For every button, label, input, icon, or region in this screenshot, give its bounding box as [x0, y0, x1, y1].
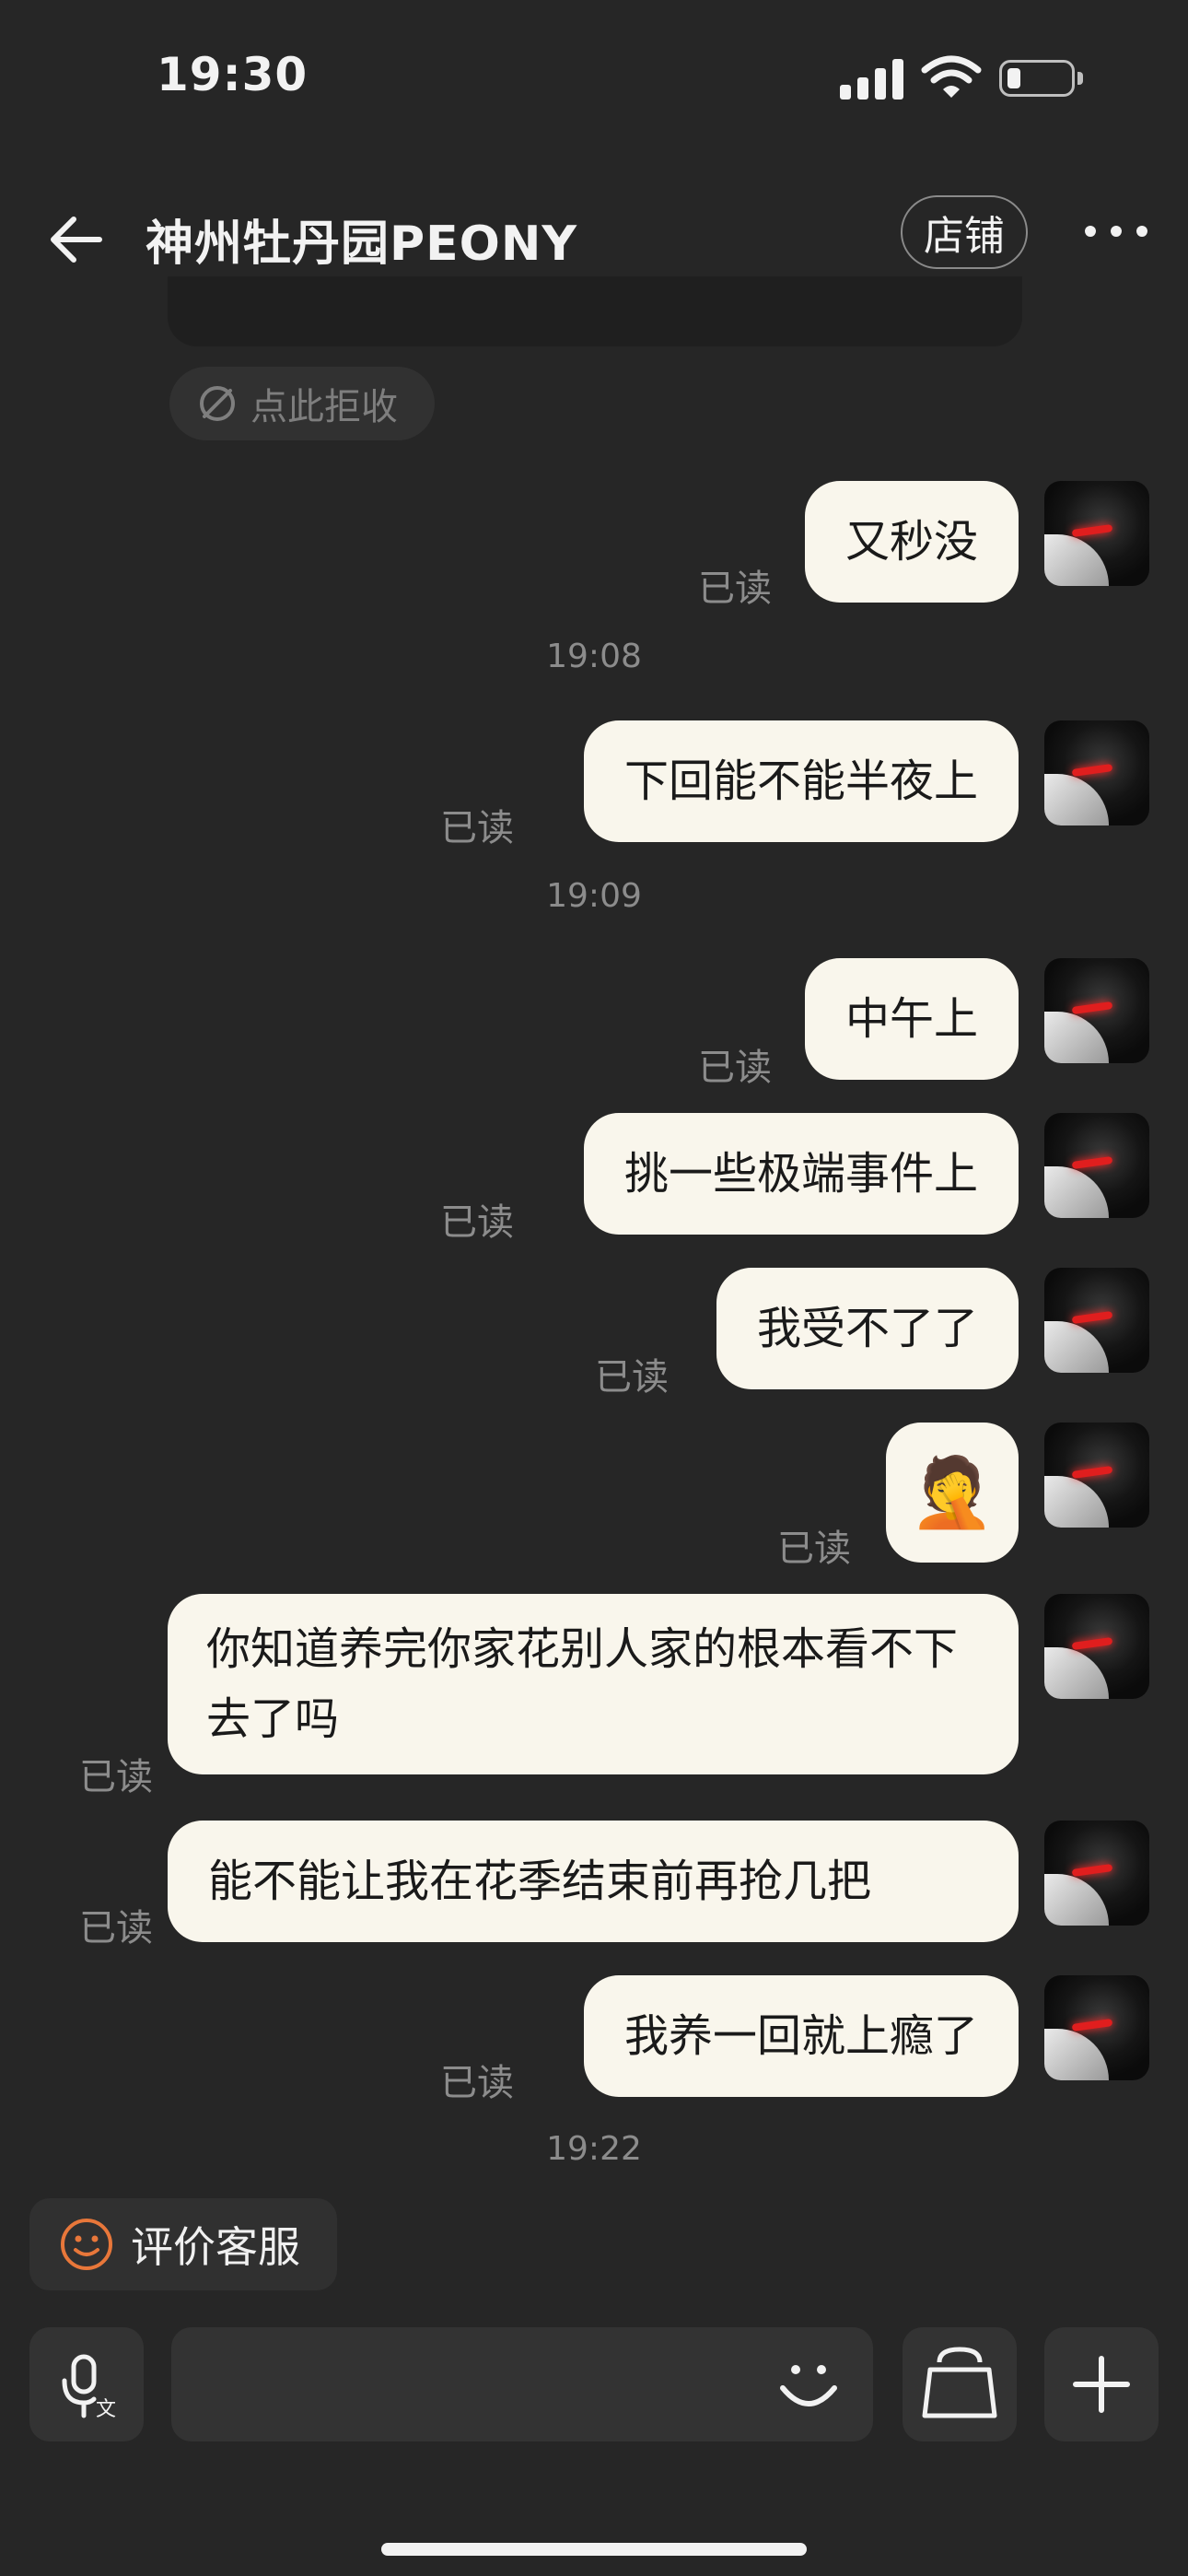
shop-button[interactable]	[903, 2327, 1017, 2441]
more-dots-icon[interactable]	[1085, 217, 1147, 245]
read-status: 已读	[698, 1047, 772, 1089]
plus-icon	[1073, 2356, 1130, 2413]
message-bubble[interactable]: 你知道养完你家花别人家的根本看不下去了吗	[168, 1594, 1019, 1774]
message-bubble[interactable]: 能不能让我在花季结束前再抢几把	[168, 1821, 1019, 1942]
svg-text:文: 文	[96, 2398, 116, 2421]
message-bubble[interactable]: 我受不了了	[716, 1268, 1019, 1389]
avatar[interactable]	[1044, 1594, 1149, 1699]
read-status: 已读	[595, 1356, 669, 1399]
battery-icon	[999, 60, 1083, 97]
rate-service-button[interactable]: 评价客服	[29, 2198, 337, 2290]
read-status: 已读	[698, 568, 772, 610]
smile-icon	[61, 2219, 112, 2270]
mic-translate-icon: 文	[62, 2354, 116, 2421]
home-indicator[interactable]	[381, 2543, 807, 2556]
avatar[interactable]	[1044, 720, 1149, 825]
back-button[interactable]	[46, 210, 105, 269]
shopping-bag-icon	[922, 2347, 997, 2418]
avatar[interactable]	[1044, 958, 1149, 1063]
emoji-button[interactable]	[772, 2348, 845, 2421]
timestamp: 19:09	[546, 877, 642, 915]
add-button[interactable]	[1044, 2327, 1159, 2441]
avatar[interactable]	[1044, 1113, 1149, 1218]
emoji-message-bubble[interactable]: 🤦	[885, 1423, 1019, 1563]
timestamp: 19:08	[546, 638, 642, 675]
wifi-icon	[921, 55, 982, 100]
emoji-icon	[780, 2365, 837, 2406]
avatar[interactable]	[1044, 1423, 1149, 1528]
message-bubble[interactable]: 挑一些极端事件上	[583, 1113, 1019, 1235]
rate-service-label: 评价客服	[131, 2222, 300, 2272]
signal-icon	[840, 59, 904, 100]
page-title: 神州牡丹园PEONY	[146, 217, 578, 272]
arrow-left-icon	[51, 217, 102, 263]
message-input[interactable]	[171, 2327, 873, 2441]
message-bubble[interactable]: 我养一回就上瘾了	[583, 1975, 1019, 2097]
voice-button[interactable]: 文	[29, 2327, 144, 2441]
timestamp: 19:22	[546, 2130, 642, 2168]
read-status: 已读	[79, 1907, 153, 1950]
read-status: 已读	[440, 2062, 514, 2104]
read-status: 已读	[777, 1528, 851, 1570]
previous-card	[168, 276, 1022, 346]
store-button[interactable]: 店铺	[901, 195, 1028, 269]
avatar[interactable]	[1044, 1821, 1149, 1926]
read-status: 已读	[79, 1756, 153, 1798]
eye-off-icon	[200, 386, 235, 421]
reject-label: 点此拒收	[250, 386, 398, 428]
avatar[interactable]	[1044, 1975, 1149, 2080]
status-time: 19:30	[157, 48, 309, 101]
read-status: 已读	[440, 1201, 514, 1244]
avatar[interactable]	[1044, 1268, 1149, 1373]
message-bubble[interactable]: 下回能不能半夜上	[583, 720, 1019, 842]
reject-button[interactable]: 点此拒收	[169, 367, 435, 440]
read-status: 已读	[440, 807, 514, 849]
message-bubble[interactable]: 中午上	[804, 958, 1019, 1080]
message-bubble[interactable]: 又秒没	[804, 481, 1019, 603]
avatar[interactable]	[1044, 481, 1149, 586]
